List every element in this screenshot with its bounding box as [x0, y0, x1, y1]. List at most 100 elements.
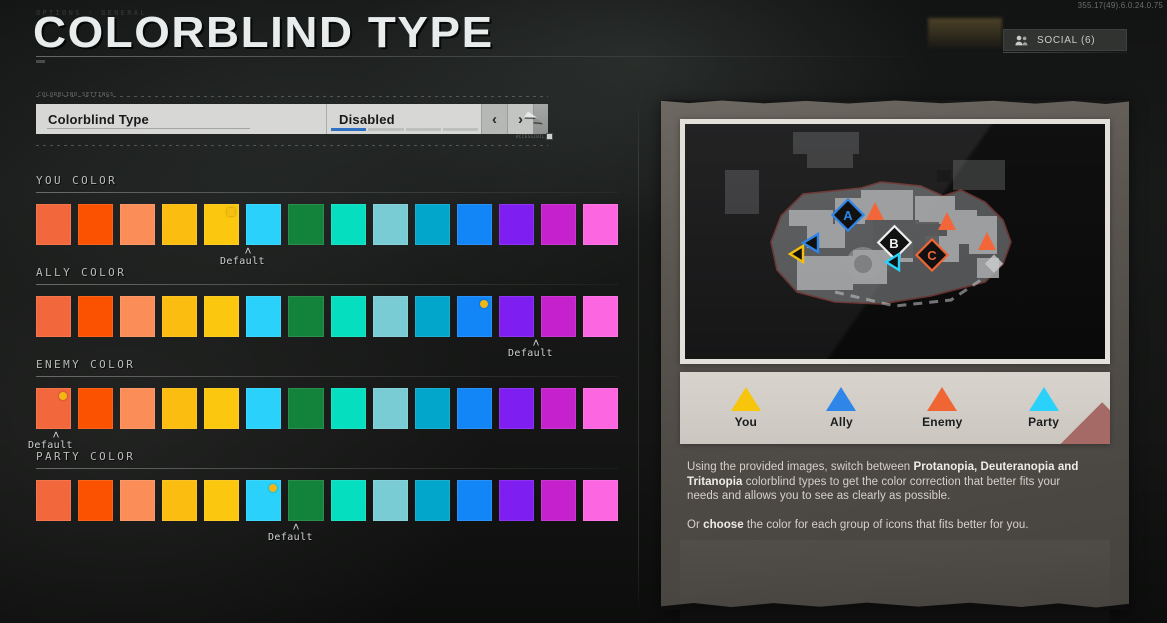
color-swatch[interactable]	[583, 480, 619, 521]
description-text: Using the provided images, switch betwee…	[687, 460, 1079, 532]
color-swatch[interactable]	[162, 204, 198, 245]
segment-1	[331, 128, 367, 131]
color-swatch[interactable]	[540, 480, 577, 521]
color-swatch[interactable]	[120, 480, 156, 521]
cursor-drag-handle[interactable]	[546, 133, 553, 140]
swatch-list	[36, 388, 619, 429]
color-swatch[interactable]	[36, 204, 72, 245]
color-swatch[interactable]	[162, 388, 198, 429]
color-swatch[interactable]	[540, 296, 577, 337]
color-swatch[interactable]	[246, 480, 282, 521]
svg-text:C: C	[927, 248, 937, 263]
triangle-icon	[927, 387, 958, 411]
panel-torn-edge-top	[661, 100, 1129, 105]
color-swatch[interactable]	[540, 388, 577, 429]
color-swatch[interactable]	[246, 296, 282, 337]
color-swatch[interactable]	[372, 296, 408, 337]
color-swatch[interactable]	[330, 388, 366, 429]
minimap-preview: A B C	[685, 124, 1105, 359]
color-swatch[interactable]	[583, 388, 619, 429]
title-divider-tick	[36, 60, 45, 63]
color-swatch[interactable]	[246, 204, 282, 245]
color-swatch[interactable]	[246, 388, 282, 429]
color-swatch[interactable]	[120, 204, 156, 245]
page-title: COLORBLIND TYPE	[33, 8, 494, 57]
color-swatch[interactable]	[204, 388, 240, 429]
description-paragraph-1: Using the provided images, switch betwee…	[687, 460, 1079, 504]
color-swatch[interactable]	[414, 480, 450, 521]
color-swatch[interactable]	[78, 480, 114, 521]
color-section-enemy-color: ENEMY COLOR ˄ Default	[28, 358, 619, 451]
minimap-graphic: A B C	[725, 132, 1012, 308]
social-button-label: SOCIAL (6)	[1037, 34, 1096, 46]
color-swatch[interactable]	[498, 388, 534, 429]
color-swatch[interactable]	[414, 388, 450, 429]
color-swatch[interactable]	[288, 388, 324, 429]
color-swatch[interactable]	[456, 480, 492, 521]
swatch-list	[36, 480, 619, 521]
color-swatch[interactable]	[78, 388, 114, 429]
page-header: OPTIONS · GENERAL COLORBLIND TYPE 355.17…	[0, 0, 1167, 72]
color-swatch[interactable]	[583, 204, 619, 245]
color-swatch[interactable]	[583, 296, 619, 337]
setting-segments	[331, 128, 478, 131]
chevron-left-icon: ‹	[492, 110, 497, 128]
desc-p2-part3: the color for each group of icons that f…	[743, 518, 1029, 531]
legend-item-enemy: Enemy	[922, 387, 962, 429]
color-swatch[interactable]	[372, 388, 408, 429]
color-swatch[interactable]	[204, 480, 240, 521]
color-swatch[interactable]	[330, 204, 366, 245]
legend-label: Ally	[830, 415, 853, 429]
color-swatch[interactable]	[372, 204, 408, 245]
color-swatch[interactable]	[78, 204, 114, 245]
color-swatch[interactable]	[498, 296, 534, 337]
color-swatch[interactable]	[288, 204, 324, 245]
color-section-rule	[36, 284, 618, 285]
selected-swatch-label: Default	[268, 532, 313, 543]
color-swatch[interactable]	[162, 480, 198, 521]
color-swatch[interactable]	[498, 480, 534, 521]
color-swatch[interactable]	[162, 296, 198, 337]
legend-item-party: Party	[1028, 387, 1059, 429]
color-swatch[interactable]	[120, 388, 156, 429]
column-divider	[638, 95, 639, 613]
color-swatch[interactable]	[456, 296, 492, 337]
color-swatch[interactable]	[78, 296, 114, 337]
color-section-party-color: PARTY COLOR ˄ Default	[36, 450, 619, 543]
panel-torn-edge-bottom	[661, 602, 1129, 610]
setting-value[interactable]: Disabled	[326, 104, 481, 134]
caret-up-icon: ˄	[532, 336, 540, 350]
setting-tag: COLORBLIND SETTINGS	[38, 92, 115, 98]
description-paragraph-2: Or choose the color for each group of ic…	[687, 518, 1079, 533]
color-swatch[interactable]	[204, 296, 240, 337]
caret-up-icon: ˄	[244, 244, 252, 258]
color-swatch[interactable]	[372, 480, 408, 521]
color-swatch[interactable]	[120, 296, 156, 337]
color-section-title: ENEMY COLOR	[36, 358, 136, 371]
color-swatch[interactable]	[330, 296, 366, 337]
color-swatch[interactable]	[36, 296, 72, 337]
color-swatch[interactable]	[330, 480, 366, 521]
triangle-icon	[826, 387, 857, 411]
chevron-right-icon: ›	[518, 110, 523, 128]
color-swatch[interactable]	[540, 204, 577, 245]
legend-label: Enemy	[922, 415, 963, 429]
color-section-rule	[36, 468, 618, 469]
previous-option-button[interactable]: ‹	[481, 104, 507, 134]
svg-text:B: B	[889, 236, 898, 251]
setting-dotted-rule-bottom	[36, 145, 548, 146]
color-section-ally-color: ALLY COLOR ˄ Default	[36, 266, 619, 359]
color-swatch[interactable]	[288, 480, 324, 521]
color-swatch[interactable]	[498, 204, 534, 245]
color-swatch[interactable]	[36, 388, 72, 429]
color-swatch[interactable]	[288, 296, 324, 337]
build-version: 355.17(49).6.0.24.0.75	[1077, 1, 1163, 10]
color-swatch[interactable]	[456, 388, 492, 429]
panel-lower-shade	[680, 540, 1110, 623]
social-button[interactable]: SOCIAL (6)	[1003, 29, 1127, 51]
color-swatch[interactable]	[456, 204, 492, 245]
color-swatch[interactable]	[36, 480, 72, 521]
color-swatch[interactable]	[414, 204, 450, 245]
color-swatch[interactable]	[414, 296, 450, 337]
color-swatch[interactable]	[204, 204, 240, 245]
